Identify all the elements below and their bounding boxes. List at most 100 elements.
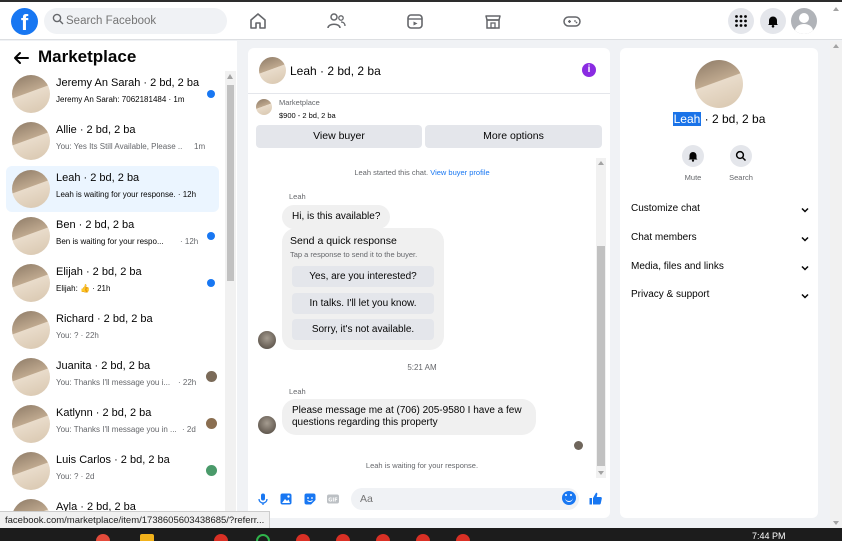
- quick-response-card: Send a quick response Tap a response to …: [282, 228, 444, 350]
- view-buyer-profile-link[interactable]: View buyer profile: [430, 168, 489, 177]
- quick-response-subtitle: Tap a response to send it to the buyer.: [290, 250, 418, 259]
- details-listing-photo[interactable]: [695, 60, 743, 108]
- windows-taskbar: 7:44 PM: [0, 528, 842, 541]
- watch-icon[interactable]: [404, 10, 426, 32]
- conversation-preview: You: ? · 2d: [56, 472, 95, 481]
- scroll-down-icon[interactable]: [598, 471, 604, 475]
- conversation-item[interactable]: Allie · 2 bd, 2 ba You: Yes Its Still Av…: [6, 118, 219, 164]
- chat-title[interactable]: Leah · 2 bd, 2 ba: [290, 64, 381, 78]
- taskbar-chrome-icon[interactable]: [376, 534, 390, 541]
- conversation-time: · 12h: [180, 237, 199, 246]
- media-files-links-row[interactable]: Media, files and links: [631, 261, 809, 279]
- taskbar-app-icon[interactable]: [256, 534, 270, 541]
- friends-icon[interactable]: [325, 10, 347, 32]
- link-status-bar: facebook.com/marketplace/item/1738605603…: [0, 511, 271, 529]
- chat-scrollbar[interactable]: [596, 158, 606, 478]
- conversation-list-scrollbar[interactable]: [225, 71, 236, 528]
- quick-response-option[interactable]: Yes, are you interested?: [292, 266, 434, 287]
- sticker-icon[interactable]: [303, 492, 317, 506]
- seen-avatar-icon: [574, 441, 583, 450]
- menu-grid-icon[interactable]: [728, 8, 754, 34]
- microphone-icon[interactable]: [256, 492, 270, 506]
- mute-bell-icon[interactable]: [682, 145, 704, 167]
- scrollbar-thumb[interactable]: [227, 85, 234, 281]
- conversation-item[interactable]: Luis Carlos · 2 bd, 2 ba You: ? · 2d: [6, 448, 219, 494]
- message-input[interactable]: [351, 488, 579, 510]
- listing-source: Marketplace: [279, 98, 320, 107]
- message-timestamp: 5:21 AM: [407, 363, 437, 372]
- gif-icon[interactable]: GIF: [326, 492, 340, 506]
- taskbar-chrome-icon[interactable]: [336, 534, 350, 541]
- conversation-item-active[interactable]: Leah · 2 bd, 2 ba Leah is waiting for yo…: [6, 166, 219, 212]
- customize-chat-row[interactable]: Customize chat: [631, 203, 809, 221]
- details-title: Leah · 2 bd, 2 ba: [620, 112, 818, 126]
- conversation-item[interactable]: Ben · 2 bd, 2 ba Ben is waiting for your…: [6, 213, 219, 259]
- mute-action[interactable]: Mute: [673, 145, 713, 182]
- chat-started-notice: Leah started this chat. View buyer profi…: [248, 168, 596, 177]
- scroll-up-icon[interactable]: [598, 161, 604, 165]
- menu-row-label: Customize chat: [631, 203, 700, 214]
- home-icon[interactable]: [247, 10, 269, 32]
- buyer-avatar[interactable]: [258, 416, 276, 434]
- conversation-name: Leah · 2 bd, 2 ba: [56, 172, 140, 184]
- avatar-body-shape: [795, 24, 813, 34]
- account-avatar[interactable]: [791, 8, 817, 34]
- details-title-rest: · 2 bd, 2 ba: [701, 112, 766, 126]
- scrollbar-thumb[interactable]: [597, 246, 605, 466]
- quick-response-option[interactable]: Sorry, it's not available.: [292, 319, 434, 340]
- conversation-preview: Elijah: 👍 · 21h: [56, 284, 111, 293]
- scroll-up-icon[interactable]: [833, 44, 839, 48]
- search-box[interactable]: [44, 8, 227, 34]
- conversation-name: Allie · 2 bd, 2 ba: [56, 124, 136, 136]
- chat-panel: Leah · 2 bd, 2 ba i Marketplace $900 - 2…: [248, 48, 610, 518]
- notifications-bell-icon[interactable]: [760, 8, 786, 34]
- listing-thumbnail: [12, 122, 50, 160]
- privacy-support-row[interactable]: Privacy & support: [631, 289, 809, 307]
- conversation-item[interactable]: Katlynn · 2 bd, 2 ba You: Thanks I'll me…: [6, 401, 219, 447]
- listing-thumbnail: [12, 170, 50, 208]
- thumbs-up-icon[interactable]: [588, 491, 603, 506]
- taskbar-chrome-icon[interactable]: [296, 534, 310, 541]
- taskbar-clock[interactable]: 7:44 PM: [752, 531, 786, 541]
- more-options-button[interactable]: More options: [425, 125, 602, 148]
- conversation-item[interactable]: Elijah · 2 bd, 2 ba Elijah: 👍 · 21h: [6, 260, 219, 306]
- conversation-time: · 2d: [182, 425, 196, 434]
- taskbar-chrome-icon[interactable]: [456, 534, 470, 541]
- conversation-preview: Jeremy An Sarah: 7062181484 · 1m: [56, 95, 185, 104]
- conversation-name: Katlynn · 2 bd, 2 ba: [56, 407, 152, 419]
- conversation-item[interactable]: Jeremy An Sarah · 2 bd, 2 ba Jeremy An S…: [6, 71, 219, 117]
- scroll-down-icon[interactable]: [833, 521, 839, 525]
- info-icon[interactable]: i: [582, 63, 596, 77]
- chat-members-row[interactable]: Chat members: [631, 232, 809, 250]
- conversation-preview: Ben is waiting for your respo...: [56, 237, 164, 246]
- listing-thumbnail: [12, 75, 50, 113]
- mute-label: Mute: [684, 173, 702, 182]
- scroll-up-icon[interactable]: [227, 74, 233, 79]
- marketplace-icon[interactable]: [482, 10, 504, 32]
- quick-response-option[interactable]: In talks. I'll let you know.: [292, 293, 434, 314]
- gaming-icon[interactable]: [561, 10, 583, 32]
- conversation-item[interactable]: Richard · 2 bd, 2 ba You: ? · 22h: [6, 307, 219, 353]
- chat-listing-thumbnail[interactable]: [259, 57, 286, 84]
- back-arrow-icon[interactable]: [13, 51, 29, 65]
- menu-row-label: Privacy & support: [631, 289, 710, 300]
- taskbar-chrome-icon[interactable]: [214, 534, 228, 541]
- listing-thumbnail: [12, 405, 50, 443]
- chevron-down-icon: [801, 236, 809, 242]
- taskbar-app-icon[interactable]: [96, 534, 110, 541]
- search-icon[interactable]: [730, 145, 752, 167]
- search-action[interactable]: Search: [721, 145, 761, 182]
- facebook-logo-icon[interactable]: f: [11, 8, 38, 35]
- taskbar-folder-icon[interactable]: [140, 534, 154, 541]
- page-scrollbar[interactable]: [830, 41, 842, 528]
- search-input[interactable]: [66, 8, 216, 34]
- seen-avatar-icon: [206, 465, 217, 476]
- conversation-item[interactable]: Juanita · 2 bd, 2 ba You: Thanks I'll me…: [6, 354, 219, 400]
- photo-icon[interactable]: [279, 492, 293, 506]
- buyer-avatar[interactable]: [258, 331, 276, 349]
- taskbar-chrome-icon[interactable]: [416, 534, 430, 541]
- view-buyer-button[interactable]: View buyer: [256, 125, 422, 148]
- emoji-icon[interactable]: [562, 491, 576, 505]
- conversation-name: Ben · 2 bd, 2 ba: [56, 219, 135, 231]
- scroll-up-icon[interactable]: [830, 2, 842, 42]
